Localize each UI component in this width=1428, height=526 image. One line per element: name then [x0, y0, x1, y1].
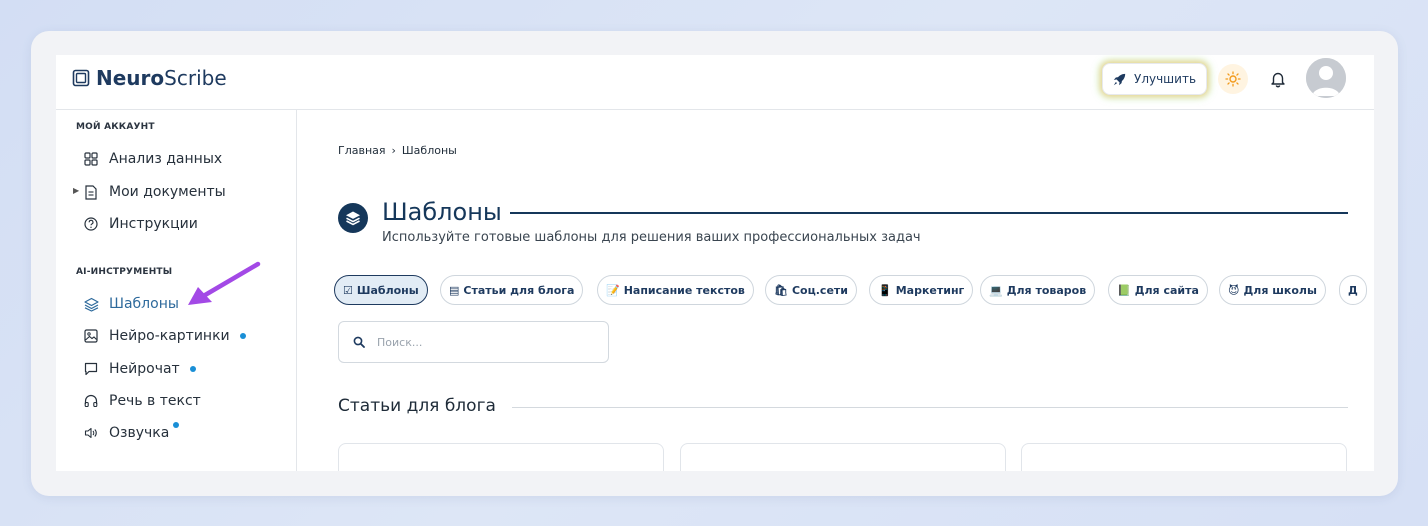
upgrade-label: Улучшить — [1134, 72, 1197, 86]
chip-label: Статьи для блога — [463, 283, 575, 297]
new-badge-dot — [189, 366, 196, 372]
chip-website[interactable]: 📗 Для сайта — [1108, 275, 1208, 305]
notifications-button[interactable] — [1266, 67, 1290, 91]
new-badge-dot — [239, 333, 246, 339]
laptop-icon: 💻 — [989, 283, 1003, 297]
sidebar-item-label: Анализ данных — [109, 151, 223, 167]
speaker-icon — [83, 425, 99, 441]
chip-school[interactable]: 😈 Для школы — [1219, 275, 1326, 305]
chip-label: Для сайта — [1134, 283, 1199, 297]
document-icon — [83, 184, 99, 200]
brand-name-bold: Neuro — [96, 66, 165, 90]
memo-icon: 📝 — [606, 283, 620, 297]
chip-label: Д — [1348, 283, 1358, 297]
new-badge-dot — [173, 422, 180, 428]
layers-icon — [346, 211, 360, 226]
chip-products[interactable]: 💻 Для товаров — [980, 275, 1096, 305]
template-card[interactable] — [680, 443, 1006, 471]
sidebar-item-label: Нейрочат — [109, 361, 180, 377]
chip-label: Соц.сети — [791, 283, 848, 297]
breadcrumb-home-link[interactable]: Главная — [338, 144, 386, 157]
sidebar-item-label: Шаблоны — [109, 296, 179, 312]
template-card[interactable] — [1021, 443, 1347, 471]
avatar-icon — [1306, 58, 1346, 98]
headphones-icon — [83, 393, 99, 409]
devil-face-icon: 😈 — [1228, 283, 1240, 297]
category-chips: ☑ Шаблоны ▤ Статьи для блога 📝 Написание… — [334, 275, 1374, 305]
template-card[interactable] — [338, 443, 664, 471]
sidebar-item-label: Мои документы — [109, 184, 226, 200]
chip-templates[interactable]: ☑ Шаблоны — [334, 275, 428, 305]
top-header: NeuroScribe Улучшить — [56, 55, 1374, 110]
chip-label: Написание текстов — [623, 283, 745, 297]
chip-label: Шаблоны — [356, 283, 419, 297]
page-subtitle: Используйте готовые шаблоны для решения … — [382, 230, 921, 245]
brand-name-regular: Scribe — [164, 66, 227, 90]
chip-writing[interactable]: 📝 Написание текстов — [597, 275, 754, 305]
search-icon — [353, 336, 365, 348]
section-divider — [512, 407, 1348, 408]
notebook-icon: ▤ — [449, 283, 460, 297]
sidebar-item-neurochat[interactable]: Нейрочат — [83, 358, 196, 380]
bell-icon — [1271, 72, 1285, 88]
checkbox-icon: ☑ — [343, 283, 353, 297]
sidebar-item-voiceover[interactable]: Озвучка — [83, 422, 180, 444]
page-title: Шаблоны — [382, 198, 502, 226]
sidebar-section-ai-tools: AI-ИНСТРУМЕНТЫ — [76, 267, 173, 277]
chip-more[interactable]: Д — [1339, 275, 1367, 305]
section-heading: Статьи для блога — [338, 396, 496, 416]
chat-icon — [83, 361, 99, 377]
book-icon: 📗 — [1117, 283, 1131, 297]
chip-blog-articles[interactable]: ▤ Статьи для блога — [440, 275, 584, 305]
logo-icon — [72, 69, 90, 87]
expand-caret-icon[interactable]: ▶ — [73, 186, 79, 195]
annotation-arrow-icon — [188, 261, 261, 305]
layers-icon — [83, 296, 99, 312]
rocket-icon — [1113, 73, 1126, 85]
phone-icon: 📱 — [878, 283, 892, 297]
upgrade-button[interactable]: Улучшить — [1102, 63, 1208, 95]
user-avatar[interactable] — [1306, 58, 1346, 98]
chip-label: Маркетинг — [895, 283, 965, 297]
help-circle-icon — [83, 216, 99, 232]
sun-icon — [1225, 71, 1241, 87]
breadcrumb-current: Шаблоны — [401, 144, 457, 157]
chip-marketing[interactable]: 📱 Маркетинг — [869, 275, 974, 305]
brand-name: NeuroScribe — [96, 66, 227, 90]
theme-toggle[interactable] — [1218, 64, 1248, 94]
breadcrumb-separator: › — [391, 144, 396, 157]
page-icon — [338, 203, 368, 233]
brand-logo[interactable]: NeuroScribe — [72, 66, 227, 90]
image-icon — [83, 328, 99, 344]
sidebar-item-label: Нейро-картинки — [109, 328, 230, 344]
sidebar-item-neuro-images[interactable]: Нейро-картинки — [83, 325, 246, 347]
sidebar-item-templates[interactable]: Шаблоны — [83, 293, 179, 315]
sidebar-item-instructions[interactable]: Инструкции — [83, 213, 198, 235]
sidebar-item-documents[interactable]: Мои документы — [83, 181, 226, 203]
search-input[interactable]: Поиск... — [377, 336, 422, 349]
grid-icon — [83, 151, 99, 167]
app-window: NeuroScribe Улучшить МОЙ АККАУНТ Анализ … — [56, 55, 1374, 471]
title-divider — [510, 212, 1348, 214]
search-box[interactable]: Поиск... — [338, 321, 609, 363]
breadcrumb: Главная › Шаблоны — [338, 144, 457, 157]
sidebar-item-label: Речь в текст — [109, 393, 201, 409]
sidebar-section-account: МОЙ АККАУНТ — [76, 122, 155, 132]
chip-label: Для товаров — [1006, 283, 1087, 297]
chip-social[interactable]: 🛍 Соц.сети — [765, 275, 857, 305]
sidebar-item-speech-to-text[interactable]: Речь в текст — [83, 390, 201, 412]
sidebar-item-label: Инструкции — [109, 216, 198, 232]
sidebar-item-analytics[interactable]: Анализ данных — [83, 148, 222, 170]
chip-label: Для школы — [1243, 283, 1317, 297]
sidebar-item-label: Озвучка — [109, 425, 170, 441]
shopping-bag-icon: 🛍 — [774, 283, 788, 297]
